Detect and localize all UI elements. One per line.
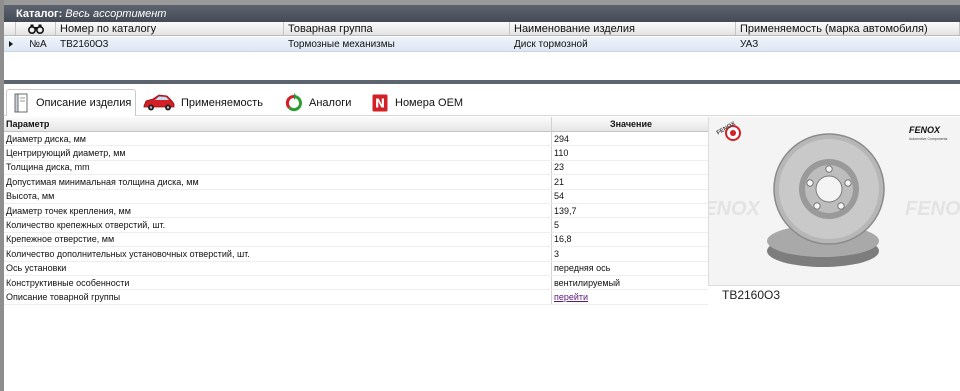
tab-description-label: Описание изделия [36,97,132,109]
parameter-name: Толщина диска, mm [4,160,552,175]
parameter-name: Высота, мм [4,189,552,203]
parameter-value: 54 [552,190,708,203]
app-window: Каталог: Весь ассортимент Номер по катал… [0,0,960,391]
table-row: Количество дополнительных установочных о… [4,247,708,262]
parameter-name: Диаметр точек крепления, мм [4,203,552,218]
row-pointer-icon [4,37,16,51]
recycle-icon [284,92,304,113]
table-row: Диаметр точек крепления, мм 139,7 [4,203,708,219]
tab-strip: Описание изделия Применяемость Аналоги N… [4,84,960,116]
parameter-rows: Диаметр диска, мм 294 Центрирующий диаметр… [4,132,708,305]
parameter-value: 139,7 [552,204,708,217]
value-column-header[interactable]: Значение [552,117,708,131]
value-text: 3 [554,248,560,259]
parameters-header: Параметр Значение [4,117,708,132]
tab-analogs[interactable]: Аналоги [284,89,351,116]
value-text: 16,8 [554,234,572,245]
applicability-header[interactable]: Применяемость (марка автомобиля) [736,22,960,35]
parameter-column-header[interactable]: Параметр [4,117,552,131]
value-text: вентилируемый [554,277,621,288]
product-name-cell[interactable]: Диск тормозной [510,37,736,51]
watermark-right: FENOX [905,198,960,220]
value-text: 23 [554,162,565,173]
value-text: 110 [554,148,569,159]
link-text[interactable]: перейти [554,292,588,302]
parameter-name: Центрирующий диаметр, мм [4,146,552,160]
catalog-value[interactable]: Весь ассортимент [65,8,166,20]
parameter-name: Конструктивные особенности [4,275,552,290]
table-row: Толщина диска, mm 23 [4,160,708,176]
brake-disc-image: FENOX FENOX FENOX FENOX FENOX Automotive [709,117,960,302]
parameter-value: 23 [552,161,708,174]
table-row: Высота, мм 54 [4,189,708,204]
parameter-value: 110 [552,146,708,159]
search-column-header[interactable] [16,22,56,35]
watermark-left: FENOX [709,198,762,220]
tab-applicability[interactable]: Применяемость [142,89,263,116]
parameter-name: Ось установки [4,261,552,275]
tab-description[interactable]: Описание изделия [6,89,137,116]
svg-text:FENOX: FENOX [909,125,941,135]
value-text: 139,7 [554,205,577,216]
photo-caption: TB2160O3 [708,285,960,303]
parameter-value: 294 [552,132,708,145]
value-text: передняя ось [554,263,611,274]
row-indicator-header [4,22,16,35]
table-row: Конструктивные особенности вентилируемый [4,275,708,291]
row-mark: №A [29,38,47,50]
parameter-name: Количество дополнительных установочных о… [4,247,552,261]
results-grid-header: Номер по каталогу Товарная группа Наимен… [4,22,960,36]
parameter-value: 5 [552,218,708,231]
value-text: 294 [554,133,570,144]
product-photo: FENOX FENOX FENOX FENOX FENOX Automotive [708,117,960,302]
table-row: Диаметр диска, мм 294 [4,132,708,147]
tab-applicability-label: Применяемость [181,96,263,109]
tab-oem-numbers-label: Номера OEM [395,96,464,109]
catalog-number-header[interactable]: Номер по каталогу [56,22,284,35]
parameter-name: Описание товарной группы [4,290,552,304]
parameter-value: передняя ось [552,262,708,275]
catalog-bar: Каталог: Весь ассортимент [4,5,960,22]
group-description-link[interactable]: перейти [552,290,708,303]
product-group-cell[interactable]: Тормозные механизмы [284,37,510,51]
applicability-cell[interactable]: УАЗ [736,37,960,51]
table-row: Допустимая минимальная толщина диска, мм… [4,175,708,190]
car-icon [142,93,176,113]
svg-text:Automotive Components: Automotive Components [909,137,948,141]
table-row: Ось установки передняя ось [4,261,708,276]
value-text: 5 [554,220,560,231]
parameter-name: Крепежное отверстие, мм [4,232,552,247]
table-row: Центрирующий диаметр, мм 110 [4,146,708,161]
table-row: Количество крепежных отверстий, шт. 5 [4,218,708,233]
catalog-label: Каталог: [16,7,63,20]
binoculars-icon[interactable] [27,24,44,34]
parameter-name: Диаметр диска, мм [4,132,552,146]
parameter-value: 16,8 [552,233,708,246]
tab-analogs-label: Аналоги [309,96,352,109]
parameter-name: Количество крепежных отверстий, шт. [4,218,552,232]
parameter-value: 3 [552,247,708,260]
table-row: Крепежное отверстие, мм 16,8 [4,232,708,248]
table-row[interactable]: №A TB2160O3 Тормозные механизмы Диск тор… [4,37,960,52]
product-name-header[interactable]: Наименование изделия [510,22,736,35]
catalog-number-cell[interactable]: TB2160O3 [56,37,284,51]
value-text: 54 [554,191,565,202]
book-icon [11,93,31,113]
parameter-value: вентилируемый [552,276,708,289]
tab-oem-numbers[interactable]: N Номера OEM [370,89,463,116]
parameter-value: 21 [552,175,708,188]
table-row: Описание товарной группы перейти [4,290,708,305]
value-text: 21 [554,176,565,187]
empty-area [4,312,960,391]
parameter-name: Допустимая минимальная толщина диска, мм [4,175,552,189]
parameters-table: Параметр Значение Диаметр диска, мм 294 Це… [4,117,708,309]
n-badge-icon: N [370,93,390,113]
svg-text:N: N [375,96,385,110]
product-group-header[interactable]: Товарная группа [284,22,510,35]
